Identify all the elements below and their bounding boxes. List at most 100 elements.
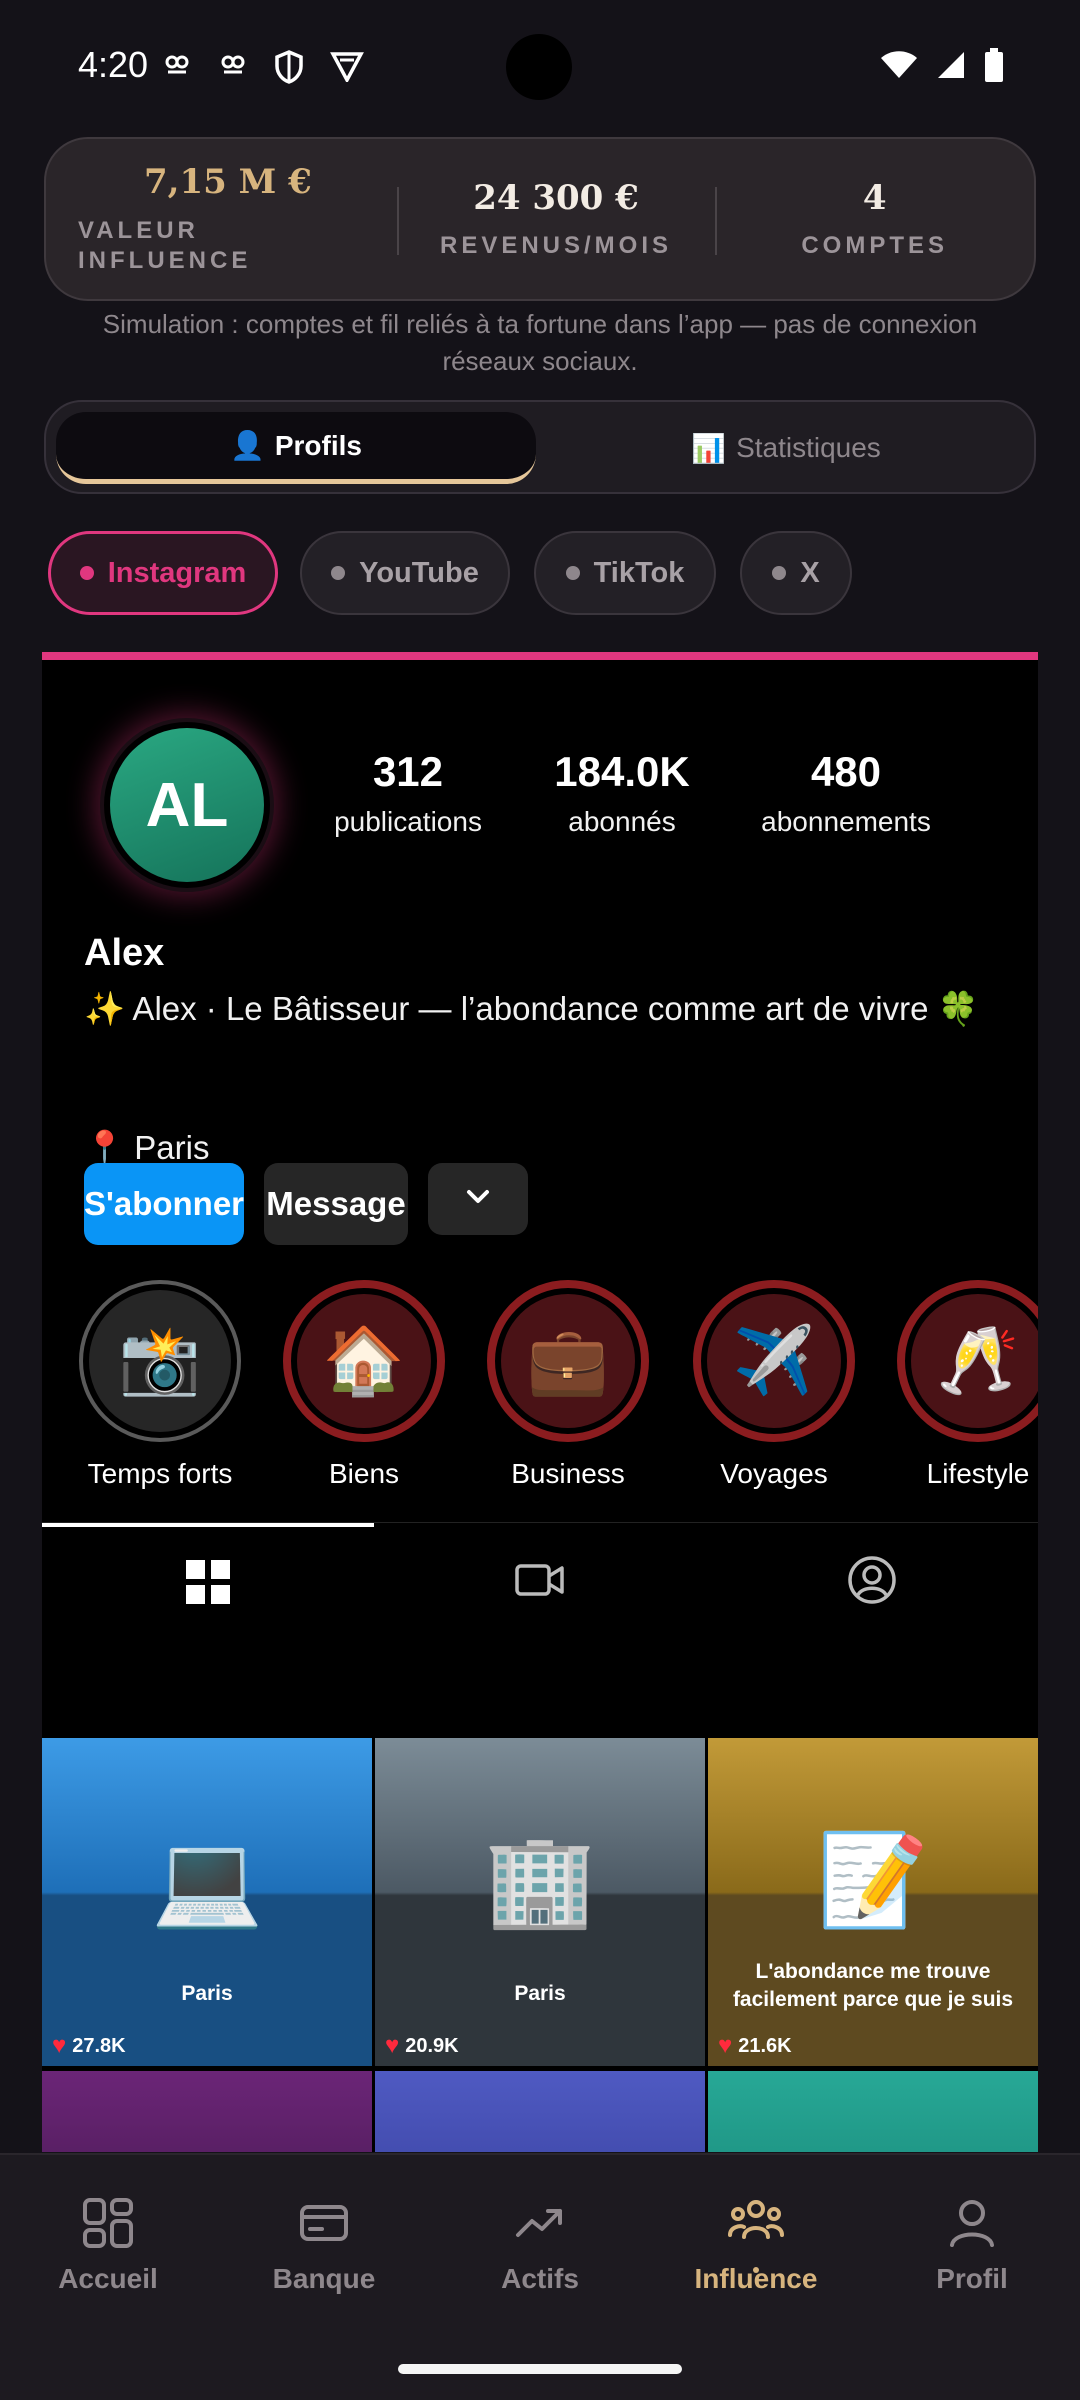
laptop-icon: 💻: [150, 1831, 264, 1931]
home-indicator[interactable]: [398, 2364, 682, 2374]
tab-posts-grid[interactable]: [42, 1523, 374, 1637]
highlight-ring: ✈️: [693, 1280, 855, 1442]
avatar-initials: AL: [110, 728, 264, 882]
post-caption: Paris: [514, 1982, 566, 2005]
following-count: 480: [810, 748, 882, 795]
accounts-value: 4: [862, 178, 887, 218]
following-stat[interactable]: 480 abonnements: [746, 748, 946, 838]
people-icon: [728, 2200, 784, 2239]
platform-chip-youtube[interactable]: YouTube: [300, 531, 510, 615]
highlight-label: Temps forts: [87, 1458, 233, 1489]
status-bar: 4:20: [0, 0, 1080, 134]
highlight-label: Biens: [328, 1458, 400, 1489]
nav-label: Banque: [272, 2263, 376, 2294]
highlight-ring: 🏠: [283, 1280, 445, 1442]
following-label: abonnements: [761, 806, 931, 837]
nav-item-accueil[interactable]: Accueil: [8, 2197, 208, 2295]
platform-chip-label: X: [800, 556, 820, 589]
message-button[interactable]: Message: [264, 1163, 408, 1245]
tab-profiles-label: Profils: [274, 429, 362, 461]
bottom-navigation: Accueil Banque Actifs Influence Profil: [0, 2153, 1080, 2400]
post-caption: Paris: [181, 1982, 233, 2005]
highlight-item[interactable]: 💼 Business: [468, 1280, 668, 1490]
profile-name: Alex: [84, 932, 165, 974]
story-highlights: 📸 Temps forts 🏠 Biens 💼 Business ✈️ Voya…: [42, 1280, 1038, 1500]
status-dot: [772, 566, 787, 580]
highlight-label: Voyages: [720, 1458, 828, 1489]
post-tile[interactable]: ✨: [375, 2071, 705, 2152]
status-dot: [331, 566, 346, 580]
platform-chip-tiktok[interactable]: TikTok: [534, 531, 716, 615]
monthly-revenue-value: 24 300 €: [473, 178, 639, 218]
accounts-label: COMPTES: [801, 232, 949, 259]
likes-count: 27.8K: [72, 2034, 126, 2057]
simulation-note: Simulation : comptes et fil reliés à ta …: [102, 309, 978, 376]
nav-item-profil[interactable]: Profil: [872, 2197, 1072, 2295]
highlight-item[interactable]: 🏠 Biens: [264, 1280, 464, 1490]
tab-reels[interactable]: [374, 1523, 706, 1637]
nav-item-banque[interactable]: Banque: [224, 2197, 424, 2295]
instagram-profile-panel: AL 312 publications 184.0K abonnés 480 a…: [42, 652, 1038, 2152]
vpn-icon: [330, 50, 364, 84]
heart-icon: ♥: [52, 2032, 67, 2059]
post-likes: ♥ 21.6K: [718, 2032, 792, 2060]
grid-icon: [186, 1560, 230, 1604]
followers-label: abonnés: [568, 806, 676, 837]
briefcase-icon: 💼: [501, 1294, 635, 1428]
platform-chip-instagram[interactable]: Instagram: [48, 531, 278, 615]
post-tile[interactable]: 💫: [708, 2071, 1038, 2152]
camera-cutout: [506, 34, 572, 100]
nav-label: Profil: [936, 2263, 1008, 2294]
highlight-item[interactable]: 🥂 Lifestyle: [878, 1280, 1038, 1490]
follow-button[interactable]: S'abonner: [84, 1163, 244, 1245]
nav-label: Actifs: [501, 2263, 579, 2294]
status-dot: [79, 566, 94, 580]
trend-icon: [516, 2209, 562, 2237]
app-notification-icon: [218, 50, 252, 84]
memo-icon: 📝: [816, 1831, 930, 1931]
highlight-ring: 🥂: [897, 1280, 1038, 1442]
nav-label: Accueil: [58, 2263, 158, 2294]
platform-chip-label: YouTube: [359, 556, 479, 589]
highlight-label: Business: [511, 1458, 625, 1489]
nav-item-actifs[interactable]: Actifs: [440, 2197, 640, 2295]
airplane-icon: ✈️: [707, 1294, 841, 1428]
battery-icon: [984, 48, 1004, 87]
office-building-icon: 🏢: [483, 1831, 597, 1931]
posts-label: publications: [334, 806, 482, 837]
post-likes: ♥ 27.8K: [52, 2032, 126, 2060]
influence-value-label: VALEUR INFLUENCE: [78, 217, 252, 274]
tab-statistics[interactable]: 📊 Statistiques: [546, 412, 1026, 484]
post-caption: L'abondance me trouve facilement parce q…: [732, 1960, 1014, 2011]
avatar[interactable]: AL: [100, 718, 274, 892]
posts-stat[interactable]: 312 publications: [318, 748, 498, 838]
system-icons: [880, 48, 1004, 87]
monthly-revenue-label: REVENUS/MOIS: [439, 232, 673, 259]
followers-stat[interactable]: 184.0K abonnés: [532, 748, 712, 838]
influence-summary-card: 7,15 M € VALEUR INFLUENCE 24 300 € REVEN…: [44, 137, 1036, 301]
highlight-item[interactable]: ✈️ Voyages: [674, 1280, 874, 1490]
chart-icon: 📊: [691, 432, 727, 464]
tab-tagged[interactable]: [706, 1523, 1038, 1637]
tab-profiles[interactable]: 👤 Profils: [56, 412, 536, 484]
post-tile[interactable]: 💻 Paris ♥ 27.8K: [42, 1738, 372, 2066]
likes-count: 20.9K: [405, 2034, 459, 2057]
house-icon: 🏠: [297, 1294, 431, 1428]
post-tile[interactable]: 🏢 Paris ♥ 20.9K: [375, 1738, 705, 2066]
status-time: 4:20: [78, 44, 149, 85]
post-tile[interactable]: 🏰: [42, 2071, 372, 2152]
suggestions-dropdown-button[interactable]: [428, 1163, 528, 1235]
platform-chip-x[interactable]: X: [740, 531, 852, 615]
likes-count: 21.6K: [738, 2034, 792, 2057]
accounts-stat: 4 COMPTES: [715, 139, 1034, 299]
app-notification-icon: [162, 50, 196, 84]
grid-icon: [83, 2198, 133, 2248]
notification-icons: [162, 50, 364, 84]
post-tile[interactable]: 📝 L'abondance me trouve facilement parce …: [708, 1738, 1038, 2066]
followers-count: 184.0K: [554, 748, 690, 795]
influence-value: 7,15 M €: [144, 162, 312, 202]
highlight-item[interactable]: 📸 Temps forts: [60, 1280, 260, 1490]
nav-item-influence[interactable]: Influence: [656, 2197, 856, 2295]
profile-bio: ✨ Alex · Le Bâtisseur — l’abondance comm…: [84, 990, 979, 1027]
person-icon: 👤: [229, 430, 265, 461]
